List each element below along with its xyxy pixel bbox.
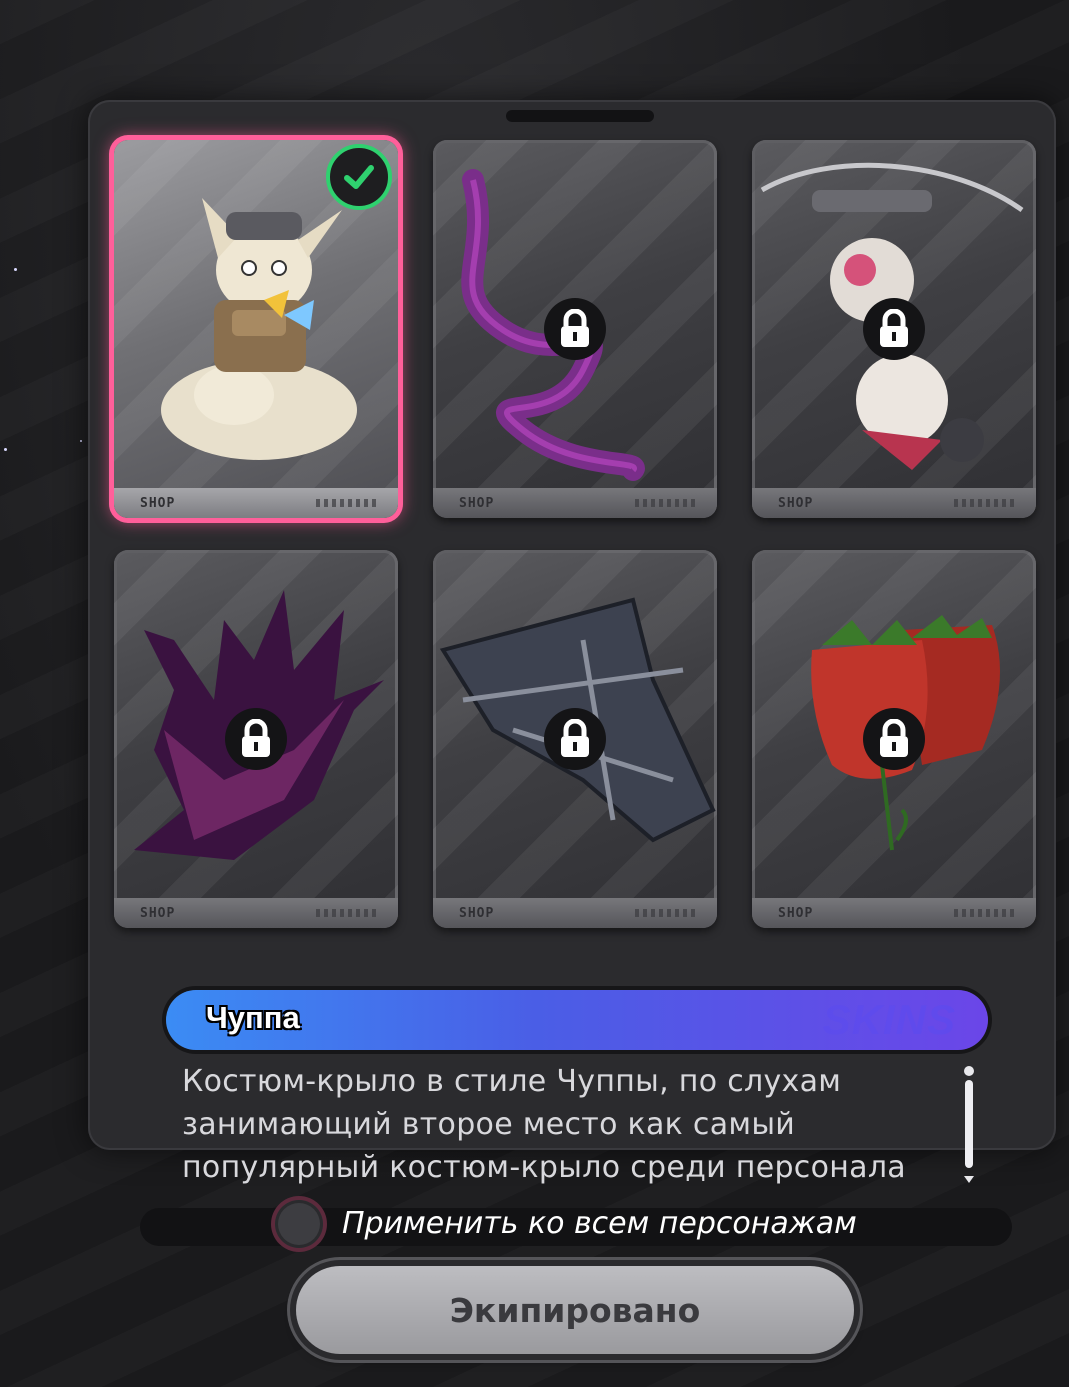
skin-card-chuppa[interactable]: SHOP xyxy=(114,140,398,518)
skin-card-glider-wing[interactable]: SHOP xyxy=(433,550,717,928)
card-footer: SHOP xyxy=(752,488,1036,518)
apply-all-radio[interactable] xyxy=(275,1200,323,1248)
apply-all-label[interactable]: Применить ко всем персонажам xyxy=(342,1206,857,1241)
card-footer: SHOP xyxy=(114,898,398,928)
skin-card-mecha-pair[interactable]: SHOP xyxy=(752,140,1036,518)
star-decoration xyxy=(80,440,82,442)
skin-description: Костюм-крыло в стиле Чуппы, по слухам за… xyxy=(182,1064,906,1185)
footer-pattern xyxy=(316,499,378,507)
shop-logo: SHOP xyxy=(140,906,176,921)
lock-icon xyxy=(863,708,925,770)
footer-pattern xyxy=(635,909,697,917)
lock-icon xyxy=(544,708,606,770)
footer-pattern xyxy=(954,909,1016,917)
footer-pattern xyxy=(316,909,378,917)
skin-card-dark-flame-wing[interactable]: SHOP xyxy=(114,550,398,928)
card-footer: SHOP xyxy=(114,488,398,518)
shop-logo: SHOP xyxy=(459,906,495,921)
skin-card-ribbon[interactable]: SHOP xyxy=(433,140,717,518)
equipped-check-icon xyxy=(326,144,392,210)
lock-icon xyxy=(863,298,925,360)
star-decoration xyxy=(4,448,7,451)
skin-name-bar: Чуппа SKINS xyxy=(166,990,988,1050)
lock-icon xyxy=(225,708,287,770)
card-footer: SHOP xyxy=(433,488,717,518)
skins-watermark: SKINS xyxy=(822,996,956,1043)
footer-pattern xyxy=(635,499,697,507)
equip-button-label: Экипировано xyxy=(449,1290,701,1330)
skin-name: Чуппа xyxy=(206,1000,300,1035)
lock-icon xyxy=(544,298,606,360)
card-footer: SHOP xyxy=(433,898,717,928)
star-decoration xyxy=(14,268,17,271)
footer-pattern xyxy=(954,499,1016,507)
scroll-down-icon[interactable] xyxy=(964,1176,974,1183)
shop-logo: SHOP xyxy=(778,496,814,511)
scroll-thumb[interactable] xyxy=(965,1080,973,1168)
equip-button[interactable]: Экипировано xyxy=(296,1266,854,1354)
card-footer: SHOP xyxy=(752,898,1036,928)
shop-logo: SHOP xyxy=(778,906,814,921)
description-scrollbar[interactable] xyxy=(964,1066,974,1184)
scroll-up-icon[interactable] xyxy=(964,1066,974,1076)
shop-logo: SHOP xyxy=(140,496,176,511)
shop-logo: SHOP xyxy=(459,496,495,511)
skin-card-strawberry[interactable]: SHOP xyxy=(752,550,1036,928)
panel-drag-handle[interactable] xyxy=(506,110,654,122)
